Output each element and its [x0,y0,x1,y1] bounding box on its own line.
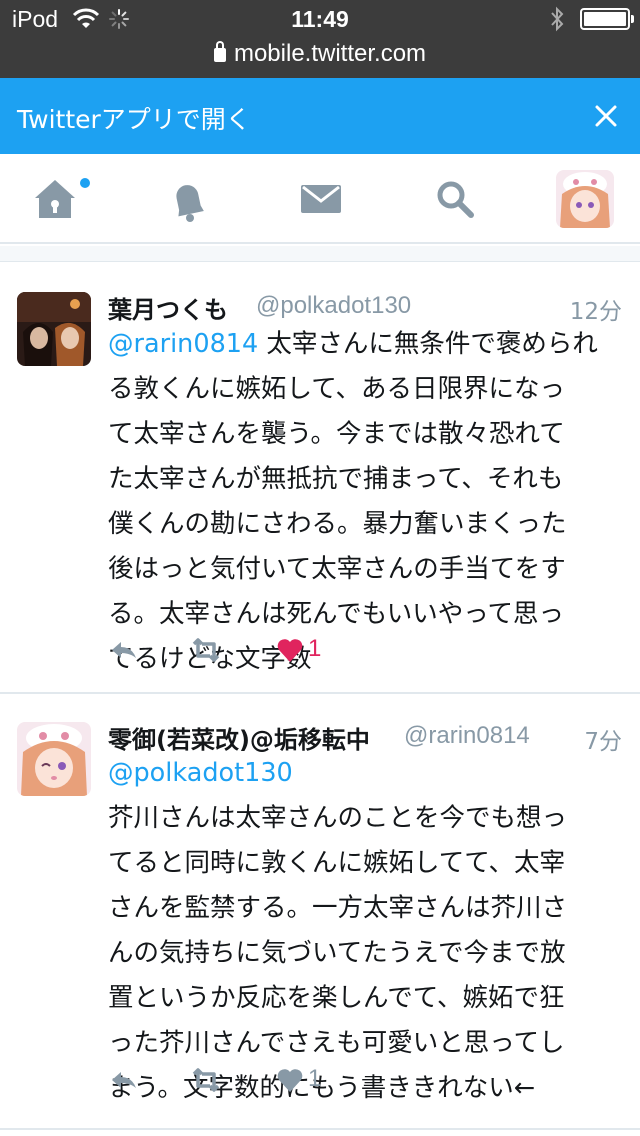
search-icon[interactable] [430,174,480,224]
tweet-author-name[interactable]: 葉月つくも [108,290,228,325]
anime-girl-avatar-image [17,722,91,796]
anime-girl-avatar-image [556,170,614,228]
clock: 11:49 [291,6,349,32]
like-count: 1 [308,635,322,662]
tweet-text-line: さんを監禁する。一方太宰さんは芥川さ [108,893,568,923]
messages-icon[interactable] [296,174,346,224]
tweet-text-line: 芥川さんは太宰さんのことを今でも想っ [108,803,568,833]
profile-avatar[interactable] [556,170,614,228]
tweet-text-line: てると同時に敦くんに嫉妬してて、太宰 [108,848,565,878]
like-icon[interactable] [276,632,304,668]
reply-icon[interactable] [108,1062,140,1098]
timeline-top-gap [0,246,640,262]
bluetooth-icon [551,6,564,32]
tweet-text-line: @rarin0814 太宰さんに無条件で褒められ [108,329,598,359]
url-text: mobile.twitter.com [233,40,427,67]
battery-icon [580,8,634,30]
notifications-icon[interactable] [163,174,213,224]
status-bar: iPod 11:49 [0,0,640,40]
reply-icon[interactable] [108,632,140,668]
tweet-avatar[interactable] [17,722,91,796]
tweet-author-name[interactable]: 零御(若菜改)@垢移転中 [108,720,370,755]
tweet-text-line: る。太宰さんは死んでもいいやって思っ [108,599,564,629]
retweet-icon[interactable] [188,632,224,668]
tweet-timestamp[interactable]: 12分 [570,292,622,326]
ios-top-bar: iPod 11:49 mobile.twitter.com [0,0,640,78]
tweet-author-handle[interactable]: @polkadot130 [256,292,411,320]
tweet-text-line: @polkadot130 [108,751,628,796]
address-bar[interactable]: mobile.twitter.com [0,40,640,68]
tweet-avatar[interactable] [17,292,91,366]
tweet-text: @rarin0814 太宰さんに無条件で褒められ る敦くんに嫉妬して、ある日限界… [108,322,628,682]
like-icon[interactable] [276,1062,304,1098]
tweet-text-line: る敦くんに嫉妬して、ある日限界になっ [108,374,565,404]
tweet-mention[interactable]: @rarin0814 [108,329,258,359]
open-in-app-label[interactable]: Twitterアプリで開く [17,100,251,136]
open-in-app-banner[interactable]: Twitterアプリで開く [0,78,640,154]
tweet-actions: 1 [108,632,408,672]
dark-anime-avatar-image [17,292,91,366]
close-icon[interactable] [590,100,622,132]
new-notification-dot [80,178,90,188]
tweet-mention[interactable]: @polkadot130 [108,758,293,788]
tweet-text-line: 後はっと気付いて太宰さんの手当てをす [108,554,566,584]
tweet-actions: 1 [108,1062,408,1102]
tweet-author-handle[interactable]: @rarin0814 [404,722,530,750]
tweet-text-line: た太宰さんが無抵抗で捕まって、それも [108,464,564,494]
top-navigation [0,154,640,244]
tweet-text: @polkadot130 芥川さんは太宰さんのことを今でも想っ てると同時に敦く… [108,751,628,1111]
like-count: 1 [308,1065,322,1092]
lock-icon [213,41,226,62]
tweet-text-line: んの気持ちに気づいてたうえで今まで放 [108,938,566,968]
tweet-text-line: 置というか反応を楽しんでて、嫉妬で狂 [108,983,565,1013]
home-icon[interactable] [30,174,80,224]
tweet-text-line: った芥川さんでさえも可愛いと思ってし [108,1028,565,1058]
tweet[interactable]: 零御(若菜改)@垢移転中 @rarin0814 7分 @polkadot130 … [0,694,640,1130]
retweet-icon[interactable] [188,1062,224,1098]
tweet-text-line: 僕くんの勘にさわる。暴力奮いまくった [108,509,567,539]
tweet-text-line: て太宰さんを襲う。今までは散々恐れて [108,419,565,449]
tweet[interactable]: 葉月つくも @polkadot130 12分 @rarin0814 太宰さんに無… [0,262,640,694]
